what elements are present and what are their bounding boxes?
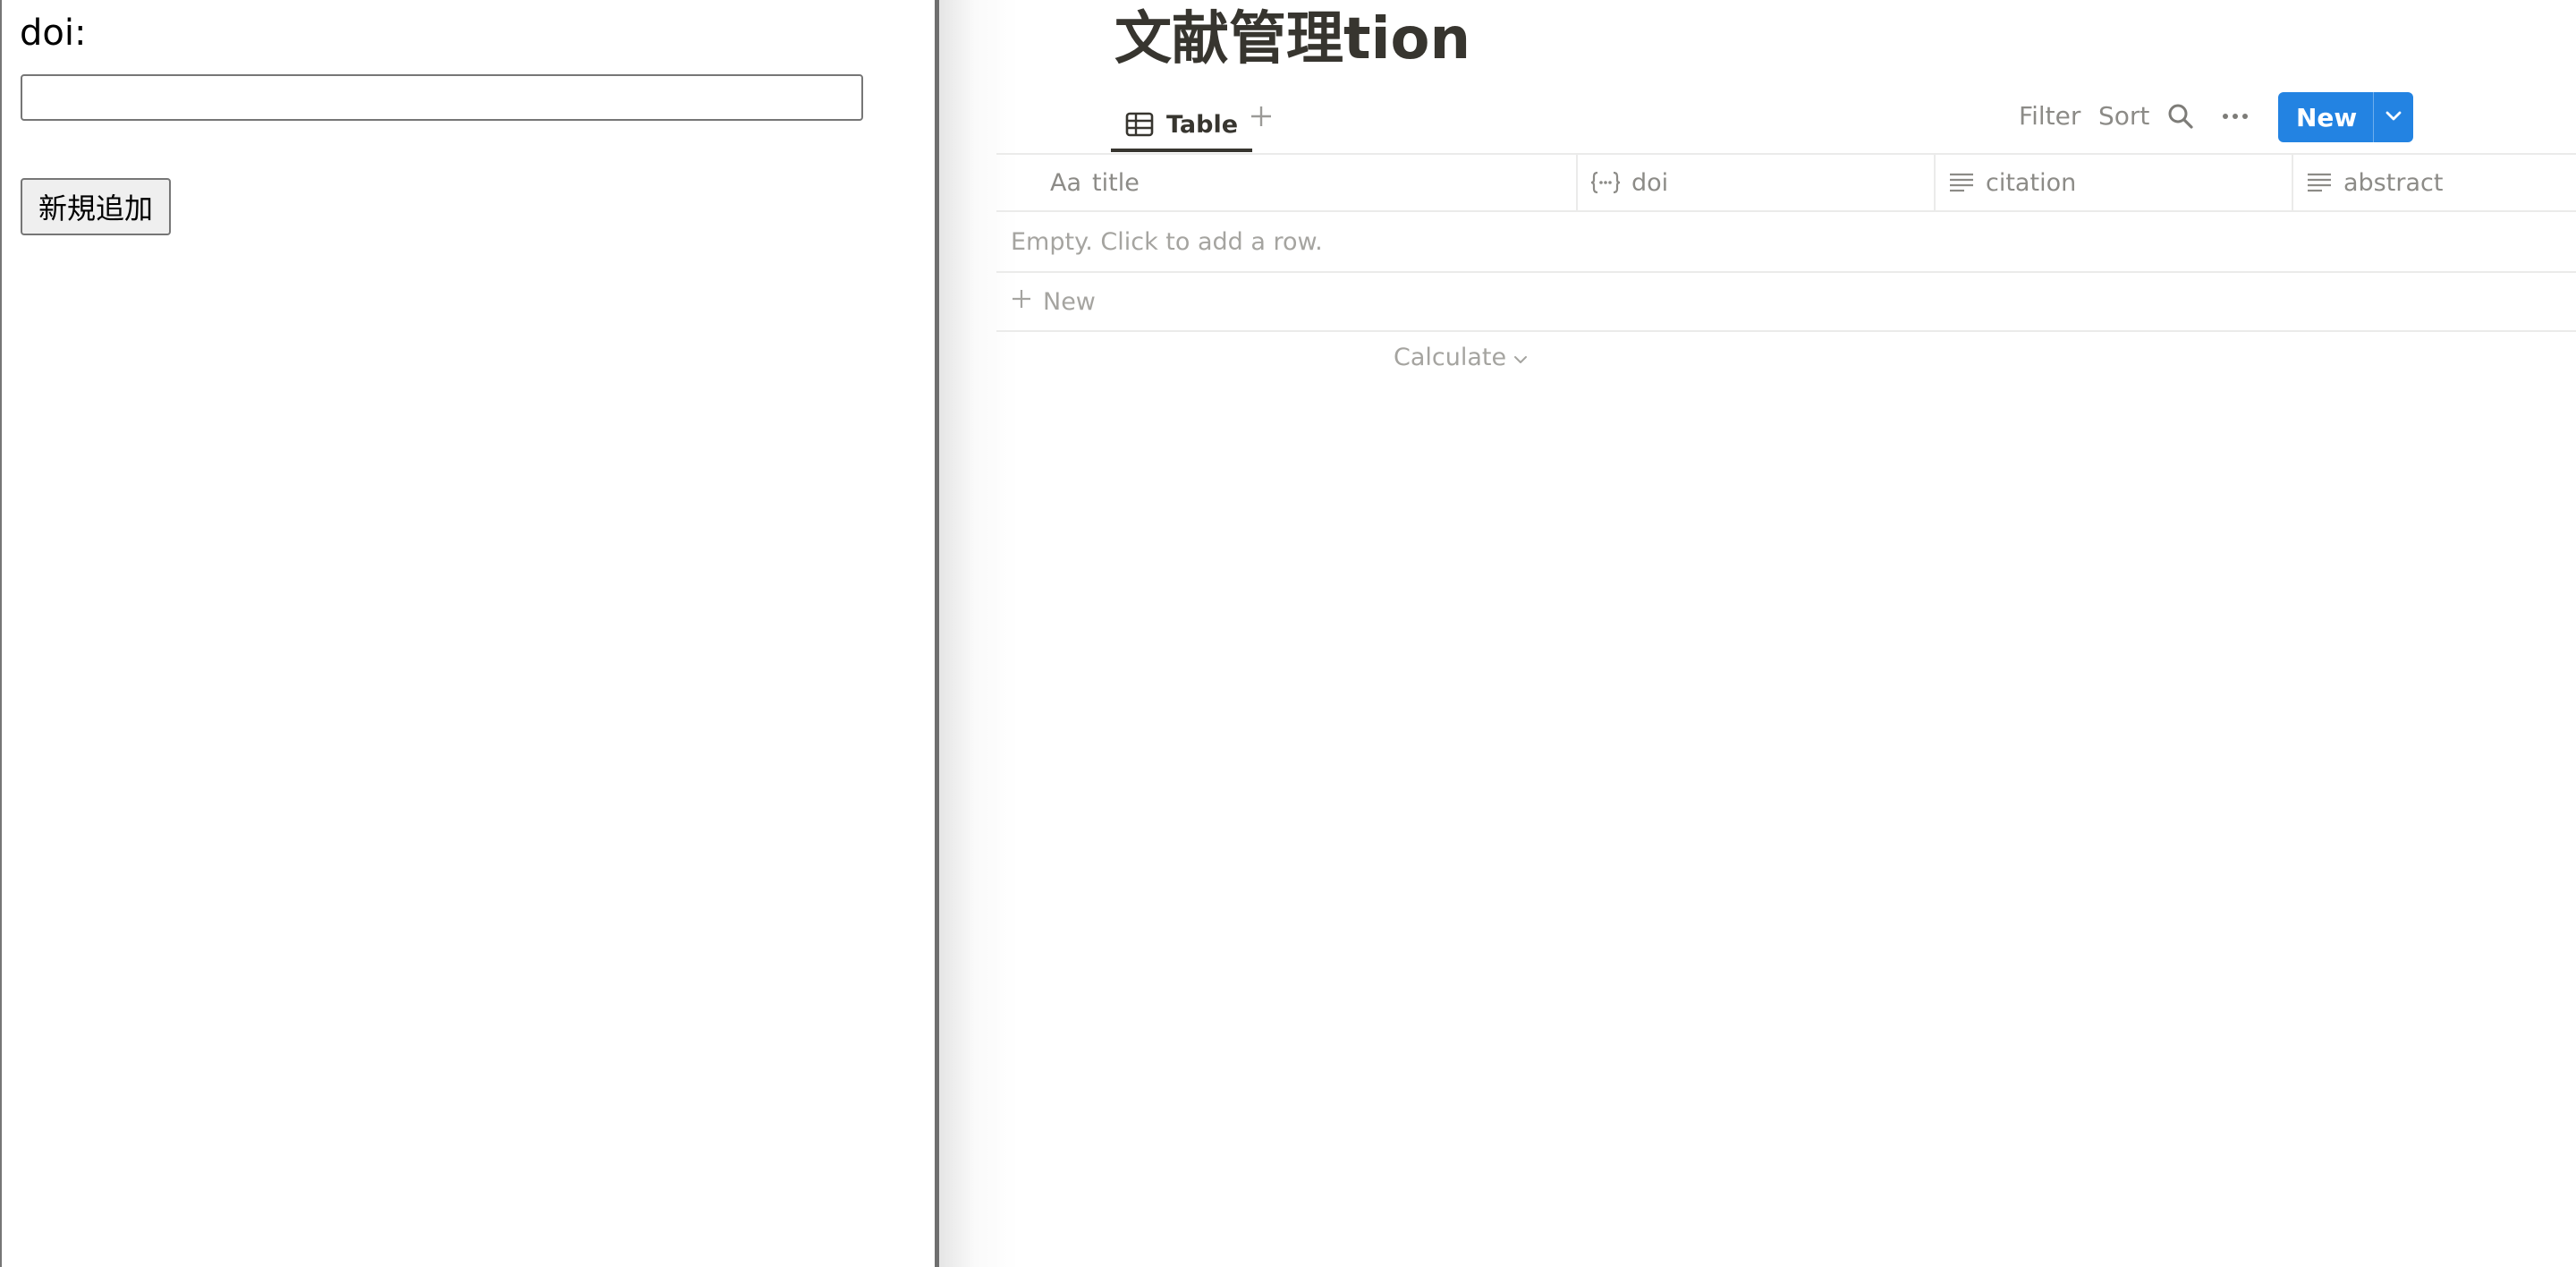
tab-label: Table xyxy=(1166,110,1239,139)
form-pane: doi: 新規追加 xyxy=(0,0,935,1267)
column-label: doi xyxy=(1631,168,1669,197)
column-label: citation xyxy=(1986,168,2077,197)
formula-icon xyxy=(1590,170,1621,195)
doi-input[interactable] xyxy=(21,74,863,121)
column-header-title[interactable]: Aa title xyxy=(996,155,1578,210)
column-label: abstract xyxy=(2343,168,2444,197)
tab-table-view[interactable]: Table xyxy=(1111,100,1253,152)
add-new-button[interactable]: 新規追加 xyxy=(21,178,172,235)
plus-icon xyxy=(1250,105,1273,132)
chevron-down-icon xyxy=(2385,109,2402,126)
chevron-down-icon xyxy=(1513,344,1528,371)
add-row-label: New xyxy=(1043,287,1096,316)
calculate-label: Calculate xyxy=(1394,344,1507,371)
column-label: title xyxy=(1092,168,1140,197)
text-title-icon: Aa xyxy=(1050,168,1082,197)
search-button[interactable] xyxy=(2166,102,2195,134)
more-icon xyxy=(2220,114,2250,134)
text-lines-icon xyxy=(1948,170,1975,195)
column-header-citation[interactable]: citation xyxy=(1936,155,2293,210)
page-title[interactable]: 文献管理tion xyxy=(1114,0,1470,75)
table-icon xyxy=(1125,112,1154,137)
database-pane: 文献管理tion Table Filter Sort New Aa title … xyxy=(939,0,2576,1267)
column-header-doi[interactable]: doi xyxy=(1578,155,1936,210)
plus-icon xyxy=(1011,288,1032,316)
search-icon xyxy=(2166,104,2195,134)
add-row-button[interactable]: New xyxy=(996,273,2576,332)
new-dropdown-button[interactable] xyxy=(2374,92,2413,142)
more-options-button[interactable] xyxy=(2220,102,2250,134)
empty-table-row[interactable]: Empty. Click to add a row. xyxy=(996,212,2576,273)
new-button[interactable]: New xyxy=(2278,92,2375,142)
new-button-group: New xyxy=(2278,92,2414,142)
table-header-row: Aa title doi citation abstract xyxy=(996,155,2576,212)
sort-button[interactable]: Sort xyxy=(2098,101,2149,131)
add-view-button[interactable] xyxy=(1243,100,1279,136)
calculate-button[interactable]: Calculate xyxy=(1394,344,1528,371)
text-lines-icon xyxy=(2306,170,2333,195)
filter-button[interactable]: Filter xyxy=(2019,101,2080,131)
column-header-abstract[interactable]: abstract xyxy=(2293,155,2576,210)
doi-label: doi: xyxy=(20,13,87,54)
